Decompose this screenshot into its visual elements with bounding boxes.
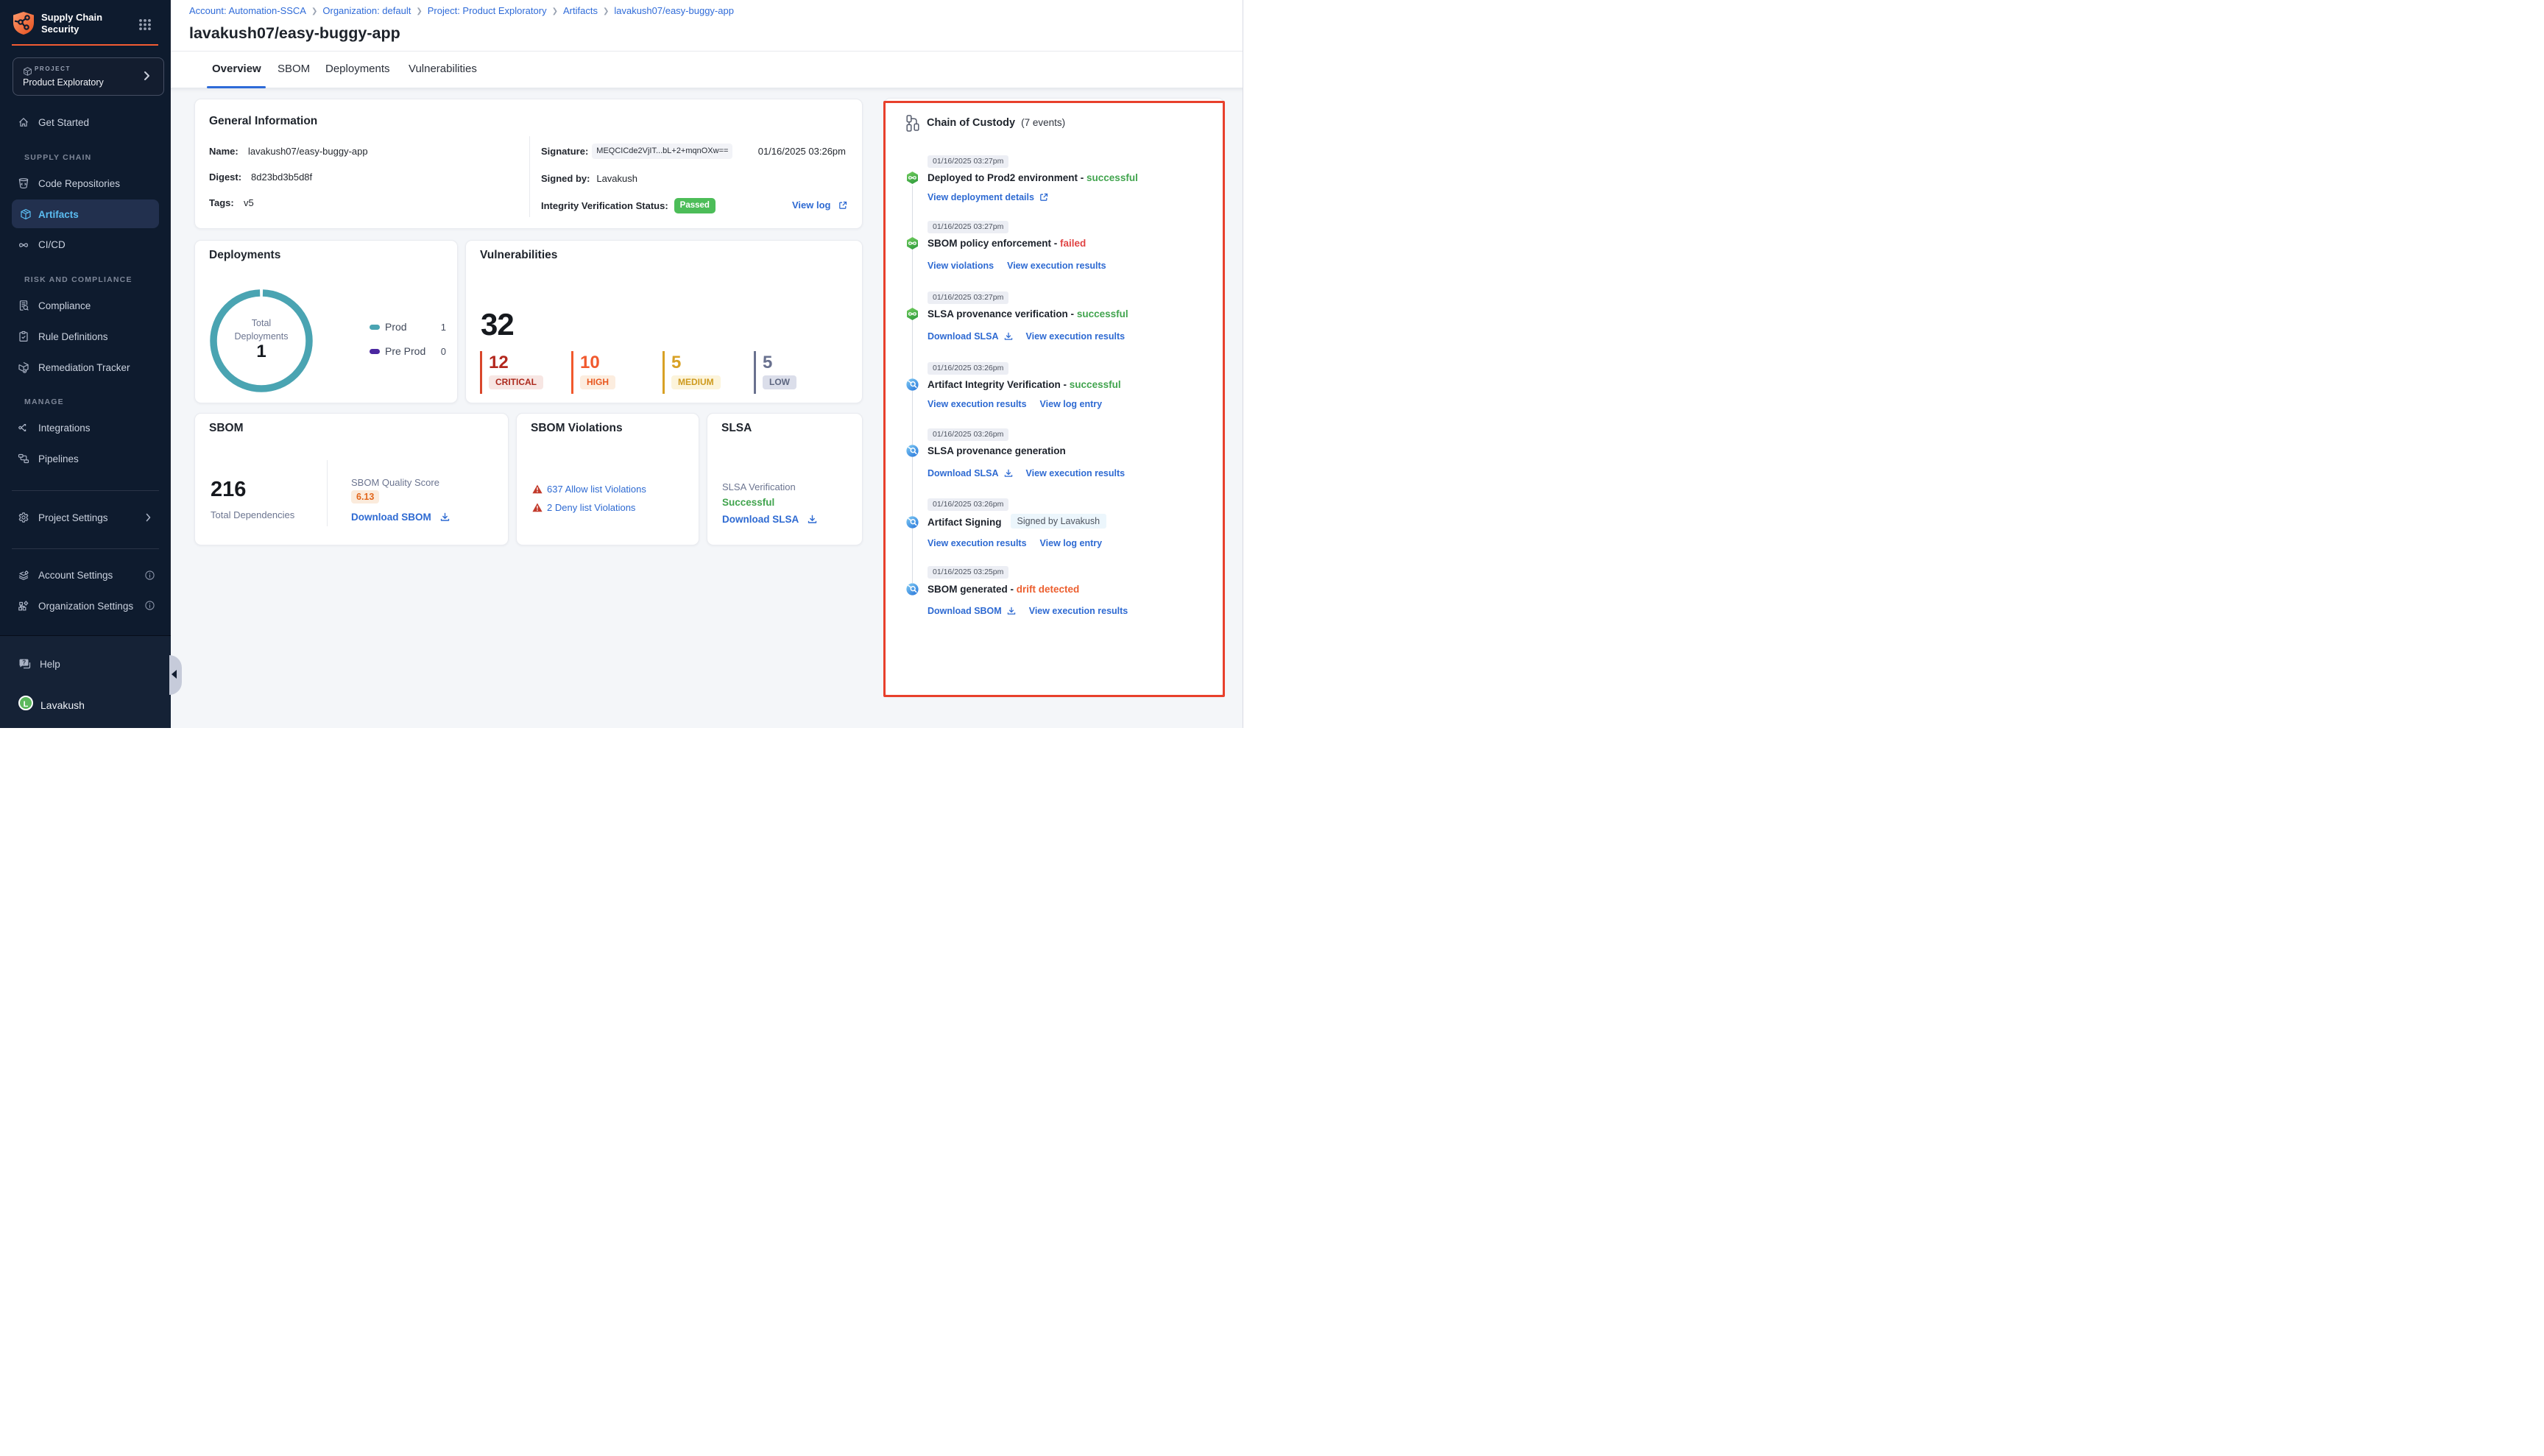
svg-text:?: ? — [22, 660, 26, 666]
